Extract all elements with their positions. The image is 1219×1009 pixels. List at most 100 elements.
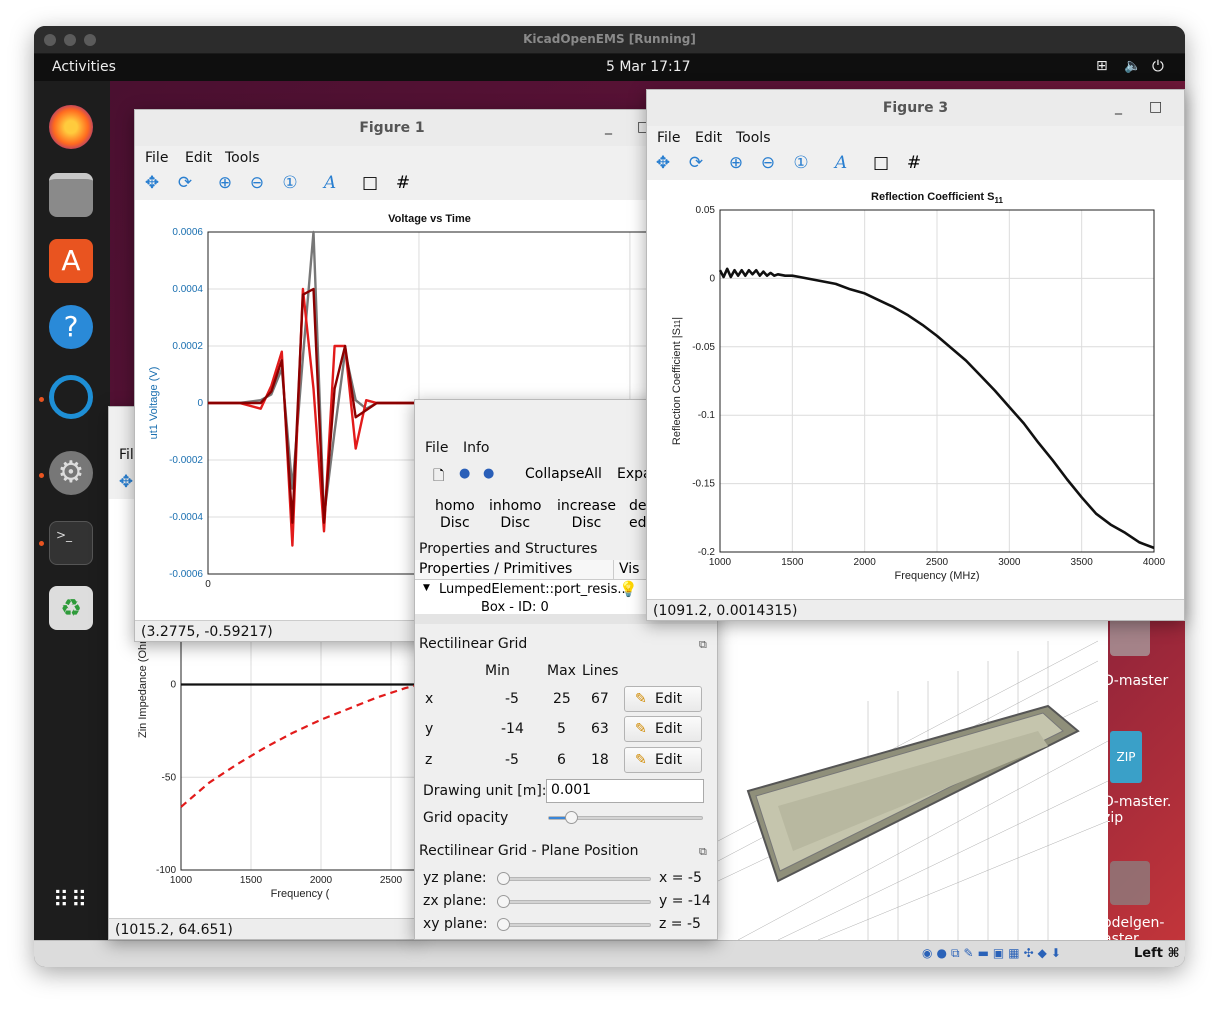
zoom-out-icon[interactable]: ⊖	[756, 151, 780, 175]
zx-plane-slider[interactable]	[497, 895, 651, 908]
edit-pencil-icon: ✎	[635, 691, 647, 707]
fig3-menu-file[interactable]: File	[657, 130, 680, 146]
desktop-label-2[interactable]: D-master. zip	[1103, 794, 1171, 826]
y-axis-label: Zin Impedance (Ohm)	[137, 631, 149, 738]
zoom-reset-icon[interactable]: ①	[789, 151, 813, 175]
text-tool-icon[interactable]: A	[318, 171, 342, 195]
desktop-label-1[interactable]: D-master	[1103, 673, 1168, 689]
inhomo-disc-button[interactable]: inhomo Disc	[489, 498, 541, 532]
rotate-icon[interactable]: ⟳	[684, 151, 708, 175]
running-indicator	[39, 473, 44, 478]
grid-row-min: -5	[505, 752, 519, 768]
chart-title: Voltage vs Time	[388, 213, 471, 225]
grid-row-max: 5	[557, 721, 566, 737]
tree-header-properties[interactable]: Properties / Primitives	[419, 561, 572, 577]
chart-title: Reflection Coefficient S11	[871, 191, 1003, 205]
grid-toggle-icon[interactable]: #	[391, 171, 415, 195]
files-icon[interactable]	[49, 173, 93, 217]
folder-icon[interactable]	[1110, 616, 1150, 656]
zoom-reset-icon[interactable]: ①	[278, 171, 302, 195]
edit-y-button[interactable]: ✎ Edit	[624, 716, 702, 742]
box-toggle-icon[interactable]: □	[358, 171, 382, 195]
homo-disc-button[interactable]: homo Disc	[435, 498, 475, 532]
fig3-chart: 1000 1500 2000 2500 3000 3500 4000 0.05 0 -0.05 -0…	[671, 191, 1166, 582]
slider-handle[interactable]	[497, 895, 510, 908]
kicad-openems-icon[interactable]	[49, 375, 93, 419]
rotate-icon[interactable]: ⟳	[173, 171, 197, 195]
fig3-plot-area[interactable]: 1000 1500 2000 2500 3000 3500 4000 0.05 0 -0.05 -0…	[647, 180, 1184, 600]
activities-button[interactable]: Activities	[52, 59, 116, 75]
file-icon[interactable]	[1110, 861, 1150, 905]
csx-menu-info[interactable]: Info	[463, 440, 490, 456]
zip-icon[interactable]: ZIP	[1110, 731, 1142, 783]
fig1-menu-file[interactable]: File	[145, 150, 168, 166]
tree-header-vis[interactable]: Vis	[619, 561, 639, 577]
terminal-icon[interactable]: >_	[49, 521, 93, 565]
visibility-bulb-icon[interactable]: 💡	[619, 580, 638, 598]
fig3-menu-edit[interactable]: Edit	[695, 130, 722, 146]
y-tick-label: -0.0002	[169, 455, 203, 466]
edit-x-button[interactable]: ✎ Edit	[624, 686, 702, 712]
drawing-unit-input[interactable]: 0.001	[546, 779, 704, 803]
tree-item-lumped-element[interactable]: LumpedElement::port_resis...	[439, 582, 630, 597]
x-tick-label: 2500	[926, 557, 949, 568]
firefox-icon[interactable]	[49, 105, 93, 149]
slider-handle[interactable]	[497, 872, 510, 885]
fig2-file-menu[interactable]: Fil	[119, 447, 134, 463]
zoom-out-icon[interactable]: ⊖	[245, 171, 269, 195]
undock-icon[interactable]: ⧉	[699, 638, 707, 652]
help-icon[interactable]: ?	[49, 305, 93, 349]
vbox-device-icons[interactable]: ◉●⧉✎▬▣▦✣◆⬇	[922, 946, 1102, 962]
expand-arrow-icon[interactable]: ▼	[423, 583, 430, 593]
show-apps-icon[interactable]: ⠿⠿	[49, 881, 93, 925]
fig1-menu-edit[interactable]: Edit	[185, 150, 212, 166]
maximize-button[interactable]: □	[1149, 90, 1162, 126]
zoom-in-icon[interactable]: ⊕	[724, 151, 748, 175]
y-tick-label: -0.2	[698, 547, 716, 558]
3d-structure-view[interactable]	[717, 581, 1109, 941]
grid-row-max: 25	[553, 691, 571, 707]
grid-row-lines: 18	[591, 752, 609, 768]
slider-handle[interactable]	[497, 918, 510, 931]
power-icon[interactable]: ⏻	[1152, 57, 1164, 75]
undock-icon[interactable]: ⧉	[699, 845, 707, 859]
csx-menu-file[interactable]: File	[425, 440, 448, 456]
about-icon[interactable]: ●	[483, 466, 494, 481]
slider-handle[interactable]	[565, 811, 578, 824]
text-tool-icon[interactable]: A	[829, 151, 853, 175]
yz-plane-slider[interactable]	[497, 872, 651, 885]
minimize-button[interactable]: _	[1115, 90, 1122, 126]
tree-item-box[interactable]: Box - ID: 0	[481, 600, 549, 615]
pan-icon[interactable]: ✥	[651, 151, 675, 175]
col-lines: Lines	[582, 663, 619, 679]
settings-icon[interactable]: ⚙	[49, 451, 93, 495]
grid-opacity-label: Grid opacity	[423, 810, 509, 826]
minimize-button[interactable]: _	[605, 110, 612, 146]
info-icon[interactable]: ●	[459, 466, 470, 481]
y-tick-label: 0	[709, 273, 715, 284]
fig1-menu-tools[interactable]: Tools	[225, 150, 260, 166]
figure-3-window[interactable]: Figure 3 _ □ File Edit Tools ✥ ⟳ ⊕ ⊖ ① A…	[646, 89, 1185, 621]
fig3-menu-tools[interactable]: Tools	[736, 130, 771, 146]
volume-icon[interactable]: 🔈	[1124, 58, 1141, 74]
drawing-unit-label: Drawing unit [m]:	[423, 783, 547, 799]
y-tick-label: 0.05	[696, 205, 716, 216]
zoom-in-icon[interactable]: ⊕	[213, 171, 237, 195]
grid-toggle-icon[interactable]: #	[902, 151, 926, 175]
collapse-all-button[interactable]: CollapseAll	[525, 466, 602, 482]
app-center-icon[interactable]: A	[49, 239, 93, 283]
grid-row-axis: y	[425, 721, 434, 737]
trash-icon[interactable]: ♻	[49, 586, 93, 630]
x-tick-label: 0	[205, 579, 211, 590]
grid-opacity-slider[interactable]	[548, 811, 703, 824]
decrease-disc-button[interactable]: de ed	[629, 498, 647, 532]
box-toggle-icon[interactable]: □	[869, 151, 893, 175]
new-file-icon[interactable]: 🗋	[433, 465, 444, 489]
edit-z-button[interactable]: ✎ Edit	[624, 747, 702, 773]
increase-disc-button[interactable]: increase Disc	[557, 498, 616, 532]
xy-plane-slider[interactable]	[497, 918, 651, 931]
clock[interactable]: 5 Mar 17:17	[606, 59, 691, 75]
network-icon[interactable]: ⊞	[1096, 58, 1108, 74]
zx-plane-value: y = -14	[659, 893, 711, 909]
pan-icon[interactable]: ✥	[140, 171, 164, 195]
